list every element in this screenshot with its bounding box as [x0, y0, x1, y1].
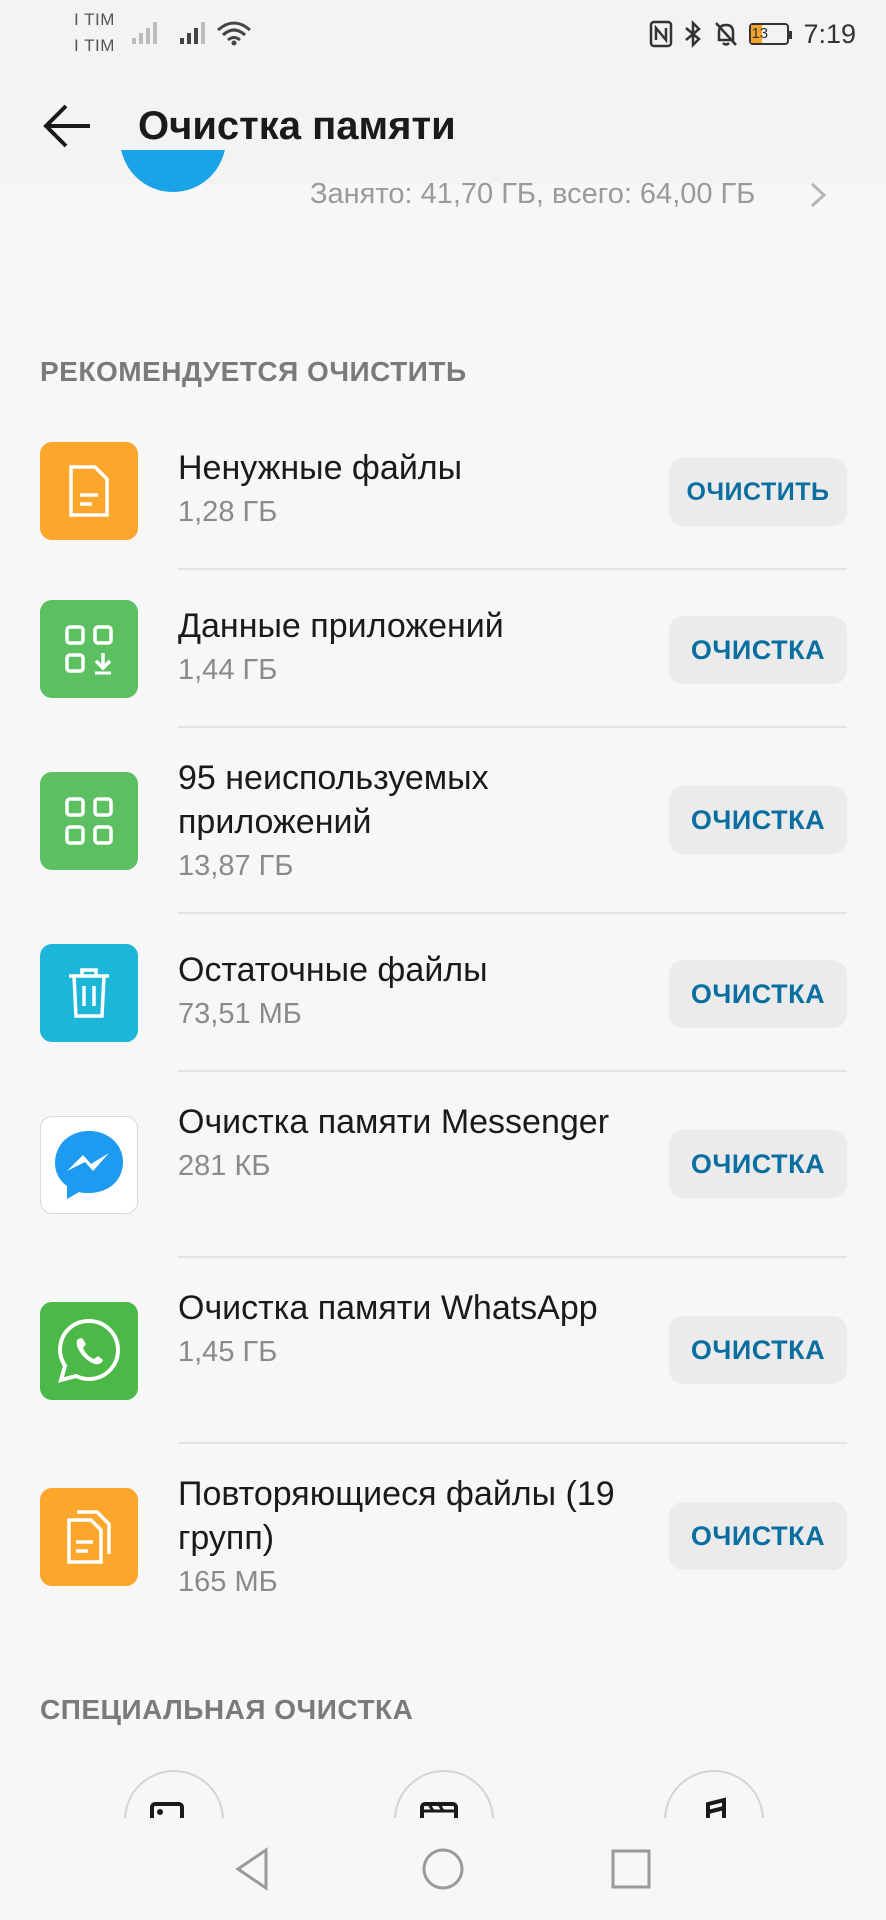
item-size: 1,45 ГБ	[178, 1336, 278, 1368]
status-bar: I TIM I TIM 13 7:19	[0, 0, 886, 66]
carrier-label-1: I TIM	[74, 10, 115, 29]
divider	[178, 912, 847, 914]
trash-icon	[40, 944, 138, 1042]
whatsapp-icon	[40, 1302, 138, 1400]
mute-bell-icon	[715, 22, 738, 46]
item-title: Остаточные файлы	[178, 951, 488, 989]
wifi-icon	[217, 21, 251, 46]
item-title: 95 неиспользуемых приложений	[178, 759, 489, 841]
item-title: Ненужные файлы	[178, 449, 463, 487]
divider	[178, 568, 847, 570]
duplicate-files-icon	[40, 1488, 138, 1586]
item-title: Очистка памяти WhatsApp	[178, 1289, 598, 1327]
carrier-label-2: I TIM	[74, 36, 115, 55]
unused-apps-icon	[40, 772, 138, 870]
item-size: 281 КБ	[178, 1150, 271, 1182]
page-title: Очистка памяти	[138, 104, 456, 148]
clean-button[interactable]: ОЧИСТИТЬ	[669, 458, 847, 526]
navigation-bar	[0, 1818, 886, 1920]
junk-file-icon	[40, 442, 138, 540]
storage-usage-ring	[120, 150, 226, 192]
divider	[178, 1256, 847, 1258]
item-size: 13,87 ГБ	[178, 850, 294, 882]
chevron-right-icon[interactable]	[806, 180, 830, 210]
item-title: Повторяющиеся файлы (19 групп)	[178, 1475, 615, 1557]
battery-level: 13	[751, 25, 769, 42]
bluetooth-icon	[685, 20, 702, 48]
messenger-icon	[40, 1116, 138, 1214]
clean-button[interactable]: ОЧИСТКА	[669, 1316, 847, 1384]
nav-home-icon[interactable]	[418, 1844, 468, 1894]
nav-recents-icon[interactable]	[606, 1844, 656, 1894]
divider	[178, 1070, 847, 1072]
item-size: 1,28 ГБ	[178, 496, 278, 528]
section-label-recommended: РЕКОМЕНДУЕТСЯ ОЧИСТИТЬ	[40, 356, 467, 387]
clean-button[interactable]: ОЧИСТКА	[669, 616, 847, 684]
clean-button[interactable]: ОЧИСТКА	[669, 960, 847, 1028]
divider	[178, 1442, 847, 1444]
section-label-special: СПЕЦИАЛЬНАЯ ОЧИСТКА	[40, 1694, 414, 1725]
clean-button[interactable]: ОЧИСТКА	[669, 1130, 847, 1198]
app-data-icon	[40, 600, 138, 698]
item-size: 73,51 МБ	[178, 998, 302, 1030]
back-arrow-icon[interactable]	[38, 96, 98, 156]
nav-back-icon[interactable]	[228, 1844, 278, 1894]
item-size: 1,44 ГБ	[178, 654, 278, 686]
signal-icon-2	[180, 22, 205, 44]
item-title: Очистка памяти Messenger	[178, 1103, 610, 1141]
divider	[178, 726, 847, 728]
item-size: 165 МБ	[178, 1566, 278, 1598]
signal-icon-1	[132, 22, 157, 44]
clean-button[interactable]: ОЧИСТКА	[669, 786, 847, 854]
battery-icon: 13	[749, 23, 793, 45]
clock: 7:19	[803, 18, 856, 49]
clean-button[interactable]: ОЧИСТКА	[669, 1502, 847, 1570]
storage-summary[interactable]: Занято: 41,70 ГБ, всего: 64,00 ГБ	[310, 178, 755, 211]
nfc-icon	[650, 20, 673, 48]
item-title: Данные приложений	[178, 607, 504, 645]
